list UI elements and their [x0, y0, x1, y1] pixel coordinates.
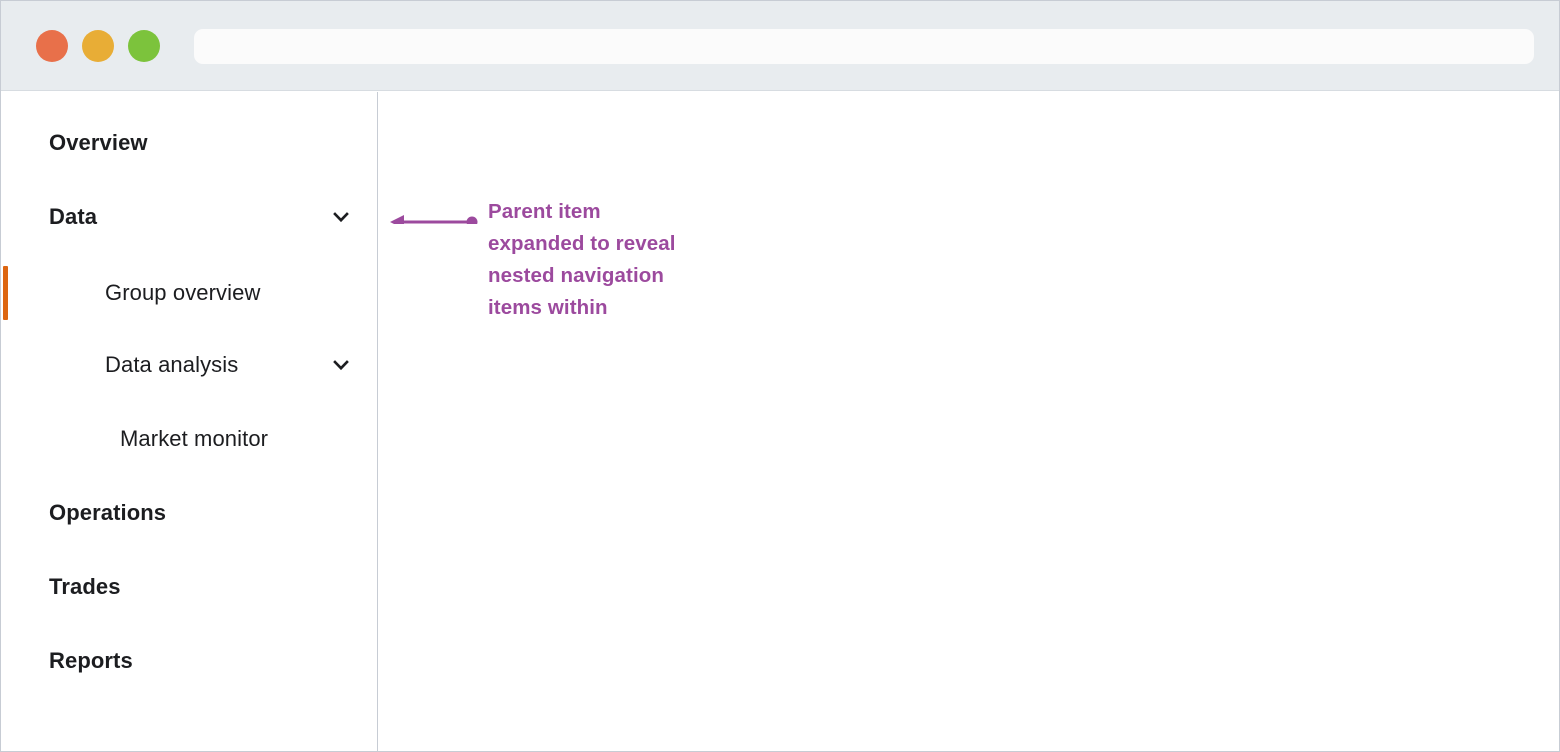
chevron-down-icon[interactable]	[331, 355, 351, 375]
minimize-window-button[interactable]	[82, 30, 114, 62]
browser-window: Overview Data Group overview Data analysis M…	[0, 0, 1560, 752]
traffic-light-buttons	[36, 30, 160, 62]
annotation-arrow-icon	[390, 215, 478, 224]
sidebar-item-data-analysis[interactable]: Data analysis	[1, 338, 377, 392]
window-content: Overview Data Group overview Data analysis M…	[1, 92, 1559, 751]
sidebar-item-market-monitor[interactable]: Market monitor	[1, 412, 377, 466]
close-window-button[interactable]	[36, 30, 68, 62]
sidebar-item-label: Overview	[49, 130, 148, 155]
sidebar-item-label: Data analysis	[105, 352, 239, 377]
sidebar-item-label: Group overview	[105, 280, 261, 305]
sidebar-item-data[interactable]: Data	[1, 190, 377, 244]
sidebar-item-label: Market monitor	[120, 426, 269, 451]
sidebar-item-label: Reports	[49, 648, 133, 673]
chevron-down-icon[interactable]	[331, 207, 351, 227]
sidebar-item-label: Trades	[49, 574, 121, 599]
sidebar-item-overview[interactable]: Overview	[1, 116, 377, 170]
sidebar-item-label: Operations	[49, 500, 167, 525]
sidebar-item-trades[interactable]: Trades	[1, 560, 377, 614]
address-bar-input[interactable]	[194, 29, 1534, 64]
sidebar-item-reports[interactable]: Reports	[1, 634, 377, 688]
active-item-indicator	[3, 266, 8, 320]
sidebar-navigation: Overview Data Group overview Data analysis M…	[1, 92, 378, 751]
sidebar-item-group-overview[interactable]: Group overview	[1, 266, 377, 320]
sidebar-item-operations[interactable]: Operations	[1, 486, 377, 540]
window-titlebar	[1, 1, 1559, 91]
sidebar-item-label: Data	[49, 204, 98, 229]
annotation-text: Parent item expanded to reveal nested na…	[488, 200, 676, 319]
maximize-window-button[interactable]	[128, 30, 160, 62]
main-content-panel: Parent item expanded to reveal nested na…	[379, 92, 1559, 751]
